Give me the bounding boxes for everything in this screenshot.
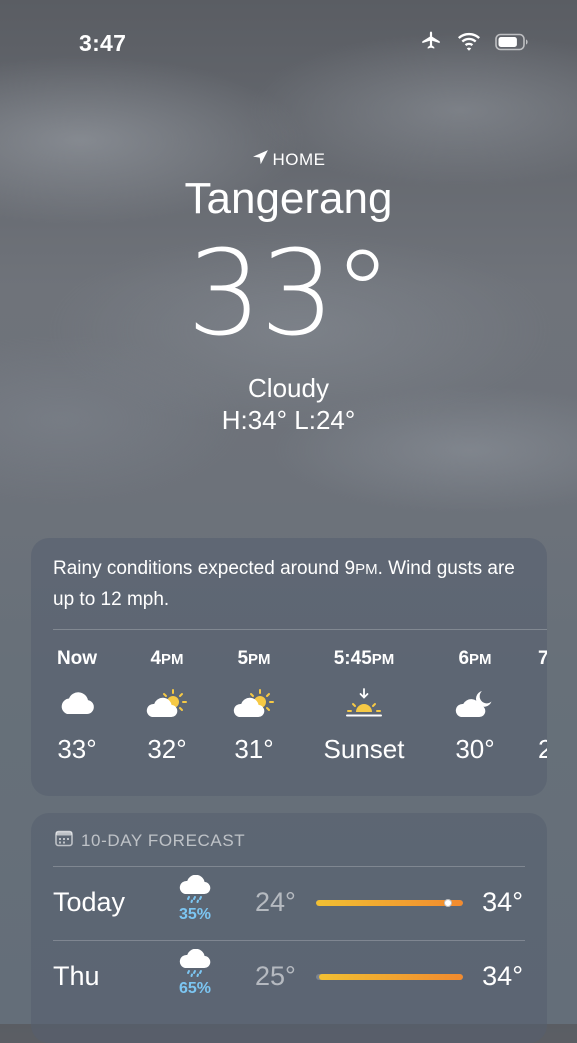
hour-temp: 30° (455, 734, 495, 764)
day-name: Today (53, 887, 126, 917)
partly-cloudy-moon-icon (451, 688, 499, 720)
precip-chance: 35% (178, 906, 212, 923)
hour-label: 5:45PM (333, 648, 395, 669)
cloud-rain-icon: 65% (177, 948, 213, 998)
hour-item-sunset[interactable]: 5:45PM Sunset (314, 648, 414, 765)
home-label: HOME (272, 150, 326, 169)
partly-cloudy-sun-icon (143, 688, 191, 720)
location-arrow-icon (252, 149, 269, 171)
cloud-rain-icon: 35% (177, 874, 213, 924)
hour-item-6pm[interactable]: 6PM 30° (451, 648, 499, 765)
divider (53, 629, 547, 630)
cloud-icon (53, 688, 101, 720)
home-location-label: HOME (0, 149, 577, 171)
day-name: Thu (53, 961, 100, 991)
hour-label: 5PM (237, 648, 271, 669)
wifi-icon (457, 32, 481, 52)
hour-temp: 33° (57, 734, 97, 764)
divider (53, 940, 525, 941)
status-icons (419, 31, 529, 53)
temp-range-bar (316, 974, 463, 980)
current-condition: Cloudy (248, 373, 329, 403)
hour-label: 6PM (458, 648, 492, 669)
divider (53, 866, 525, 867)
day-low: 25° (255, 961, 296, 991)
hour-item-7pm-partial[interactable]: 7 2 (538, 648, 547, 765)
city-name: Tangerang (184, 174, 393, 223)
sunset-icon (314, 688, 414, 720)
day-row-thu[interactable]: Thu 65% 25° 34° (31, 948, 547, 1019)
ten-day-header-label: 10-DAY FORECAST (81, 831, 246, 850)
calendar-icon (55, 830, 73, 852)
hour-temp: 32° (147, 734, 187, 764)
hour-temp: 31° (234, 734, 274, 764)
hour-item-4pm[interactable]: 4PM 32° (143, 648, 191, 765)
hourly-forecast-card[interactable]: Rainy conditions expected around 9PM. Wi… (31, 538, 547, 796)
hour-item-5pm[interactable]: 5PM 31° (230, 648, 278, 765)
hour-label: 4PM (150, 648, 184, 669)
temp-range-fill (316, 900, 463, 906)
hour-item-now[interactable]: Now 33° (53, 648, 101, 765)
high-low-temperature: H:34° L:24° (221, 405, 356, 435)
battery-icon (495, 33, 529, 51)
airplane-icon (419, 31, 443, 53)
day-row-today[interactable]: Today 35% 24° 34° (31, 874, 547, 945)
ten-day-header: 10-DAY FORECAST (55, 830, 245, 852)
hour-label: Now (56, 648, 98, 669)
hour-label: 7 (538, 648, 547, 669)
temp-range-bar (316, 900, 463, 906)
hour-temp: 2 (538, 734, 547, 764)
partly-cloudy-sun-icon (230, 688, 278, 720)
blank-icon (538, 688, 547, 720)
hour-temp: Sunset (323, 734, 405, 764)
current-temperature: 33° (186, 224, 392, 362)
ten-day-forecast-card[interactable]: 10-DAY FORECAST Today 35% 24° 34° Thu 65… (31, 813, 547, 1043)
temp-range-fill (318, 974, 463, 980)
hourly-summary: Rainy conditions expected around 9PM. Wi… (53, 558, 515, 610)
day-high: 34° (482, 887, 523, 917)
day-low: 24° (255, 887, 296, 917)
precip-chance: 65% (178, 980, 212, 997)
status-time: 3:47 (79, 30, 127, 56)
day-high: 34° (482, 961, 523, 991)
